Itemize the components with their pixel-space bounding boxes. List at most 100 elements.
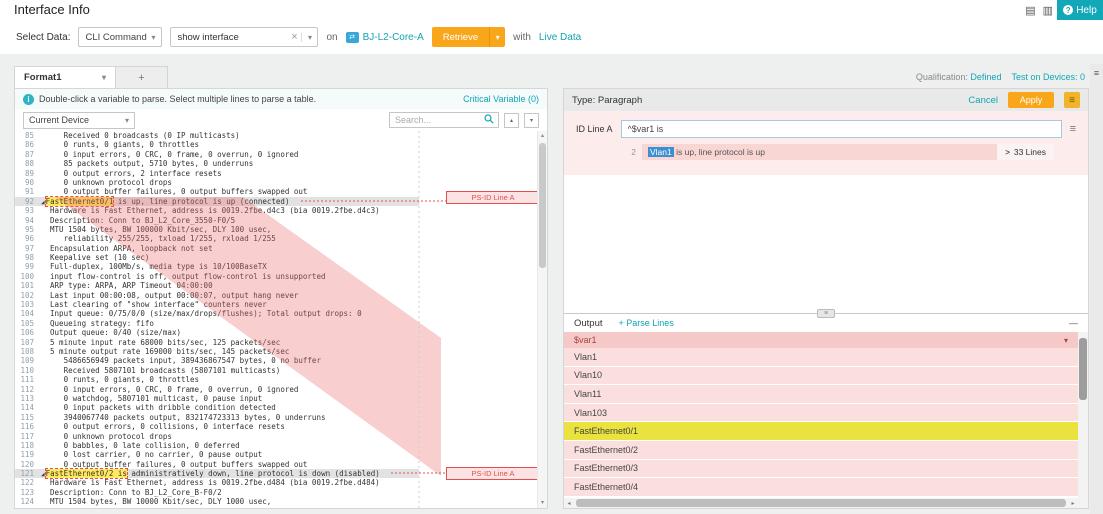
device-filter-select[interactable]: Current Device ▾ <box>23 112 135 129</box>
code-line[interactable]: 102 Last input 00:00:08, output 00:00:07… <box>15 291 547 300</box>
code-line[interactable]: 123 Description: Conn to BJ_L2_Core_B-F0… <box>15 488 547 497</box>
line-number: 116 <box>15 422 41 431</box>
scroll-right-icon[interactable]: ▸ <box>1068 500 1078 507</box>
code-line[interactable]: 124 MTU 1504 bytes, BW 10000 Kbit/sec, D… <box>15 497 547 506</box>
chevron-down-icon[interactable]: ▾ <box>1064 336 1068 345</box>
code-line[interactable]: 109 5486656949 packets input, 3894368675… <box>15 356 547 365</box>
id-line-input[interactable] <box>621 120 1062 138</box>
code-line[interactable]: 90 0 unknown protocol drops <box>15 178 547 187</box>
code-line[interactable]: 111 0 runts, 0 giants, 0 throttles <box>15 375 547 384</box>
code-line[interactable]: 104 Input queue: 0/75/0/0 (size/max/drop… <box>15 309 547 318</box>
output-vertical-scrollbar[interactable] <box>1078 332 1088 498</box>
code-scrollbar[interactable]: ▴ ▾ <box>537 131 547 508</box>
parse-lines-link[interactable]: + Parse Lines <box>619 318 674 328</box>
scroll-up-icon[interactable]: ▴ <box>538 131 547 141</box>
search-icon[interactable] <box>484 111 494 129</box>
code-line[interactable]: 105 Queueing strategy: fifo <box>15 319 547 328</box>
save-icon[interactable]: ▤ <box>1025 4 1035 17</box>
critical-variable-link[interactable]: Critical Variable (0) <box>463 94 539 104</box>
add-tab-button[interactable]: + <box>116 66 168 88</box>
code-line[interactable]: 97 Encapsulation ARPA, loopback not set <box>15 244 547 253</box>
code-line[interactable]: 115 3940067740 packets output, 832174723… <box>15 413 547 422</box>
matched-variable[interactable]: FastEthernet0/1 <box>46 197 114 206</box>
live-data-link[interactable]: Live Data <box>539 32 581 43</box>
line-text: 0 input errors, 0 CRC, 0 frame, 0 overru… <box>41 150 298 159</box>
help-button[interactable]: ? Help <box>1057 0 1103 20</box>
code-line[interactable]: 117 0 unknown protocol drops <box>15 432 547 441</box>
output-row[interactable]: FastEthernet0/3 <box>564 460 1078 479</box>
code-line[interactable]: 103 Last clearing of "show interface" co… <box>15 300 547 309</box>
match-lines-button[interactable]: > 33 Lines <box>997 144 1054 160</box>
command-input[interactable] <box>171 29 287 46</box>
output-horizontal-scrollbar[interactable]: ◂ ▸ <box>564 498 1078 508</box>
clear-icon[interactable]: × <box>287 31 301 43</box>
chevron-down-icon[interactable]: ▾ <box>102 73 106 82</box>
matched-variable[interactable]: FastEthernet0/2 is <box>46 469 127 478</box>
retrieve-button[interactable]: Retrieve ▾ <box>432 27 505 47</box>
line-number: 89 <box>15 169 41 178</box>
ps-id-line-a-tag[interactable]: PS-ID Line A <box>446 467 540 480</box>
select-data-label: Select Data: <box>16 32 70 43</box>
code-line[interactable]: 88 85 packets output, 5710 bytes, 0 unde… <box>15 159 547 168</box>
chevron-down-icon[interactable]: ▾ <box>301 33 317 42</box>
code-line[interactable]: 101 ARP type: ARPA, ARP Timeout 04:00:00 <box>15 281 547 290</box>
output-row[interactable]: Vlan103 <box>564 404 1078 423</box>
code-line[interactable]: 86 0 runts, 0 giants, 0 throttles <box>15 140 547 149</box>
code-line[interactable]: 95 MTU 1504 bytes, BW 100000 Kbit/sec, D… <box>15 225 547 234</box>
scrollbar-thumb[interactable] <box>1079 338 1087 400</box>
output-row[interactable]: FastEthernet0/2 <box>564 441 1078 460</box>
id-line-row: ID Line A ≡ <box>576 120 1076 138</box>
code-line[interactable]: 114 0 input packets with dribble conditi… <box>15 403 547 412</box>
code-line[interactable]: 118 0 babbles, 0 late collision, 0 defer… <box>15 441 547 450</box>
output-row[interactable]: Vlan10 <box>564 367 1078 386</box>
output-row[interactable]: FastEthernet0/1 <box>564 422 1078 441</box>
output-column-header[interactable]: $var1 ▾ <box>564 332 1078 348</box>
layout-icon[interactable]: ▥ <box>1043 4 1053 17</box>
code-line[interactable]: 85 Received 0 broadcasts (0 IP multicast… <box>15 131 547 140</box>
test-on-devices-link[interactable]: Test on Devices: 0 <box>1011 72 1085 82</box>
scrollbar-thumb[interactable] <box>539 143 546 268</box>
chevron-down-icon[interactable]: ▾ <box>489 27 505 47</box>
top-icon-group: ▤ ▥ <box>1025 0 1053 20</box>
panel-menu-icon[interactable]: ≡ <box>1064 92 1080 108</box>
code-line[interactable]: 87 0 input errors, 0 CRC, 0 frame, 0 ove… <box>15 150 547 159</box>
cancel-button[interactable]: Cancel <box>968 95 998 106</box>
code-line[interactable]: 119 0 lost carrier, 0 no carrier, 0 paus… <box>15 450 547 459</box>
code-line[interactable]: 110 Received 5807101 broadcasts (5807101… <box>15 366 547 375</box>
device-link[interactable]: BJ-L2-Core-A <box>363 32 424 43</box>
code-line[interactable]: 112 0 input errors, 0 CRC, 0 frame, 0 ov… <box>15 385 547 394</box>
code-line[interactable]: 94 Description: Conn to BJ_L2_Core_3550-… <box>15 216 547 225</box>
resize-grip[interactable]: ≡ <box>817 309 835 318</box>
code-line[interactable]: 106 Output queue: 0/40 (size/max) <box>15 328 547 337</box>
code-line[interactable]: 113 0 watchdog, 5807101 multicast, 0 pau… <box>15 394 547 403</box>
code-line[interactable]: 96 reliability 255/255, txload 1/255, rx… <box>15 234 547 243</box>
code-line[interactable]: 99 Full-duplex, 100Mb/s, media type is 1… <box>15 262 547 271</box>
code-line[interactable]: 107 5 minute input rate 68000 bits/sec, … <box>15 338 547 347</box>
id-line-menu-icon[interactable]: ≡ <box>1070 123 1076 135</box>
search-input[interactable] <box>395 115 484 125</box>
device-chip: ⇄ BJ-L2-Core-A <box>346 32 424 43</box>
match-preview[interactable]: Vlan1 is up, line protocol is up > 33 Li… <box>642 144 1054 160</box>
collapse-icon[interactable]: — <box>1069 318 1078 328</box>
output-row[interactable]: Vlan1 <box>564 348 1078 367</box>
scroll-left-icon[interactable]: ◂ <box>564 500 574 507</box>
code-line[interactable]: 108 5 minute output rate 169000 bits/sec… <box>15 347 547 356</box>
output-row[interactable]: Vlan11 <box>564 385 1078 404</box>
matched-variable[interactable]: Vlan1 <box>648 147 674 157</box>
scrollbar-thumb[interactable] <box>576 499 1066 507</box>
code-line[interactable]: 98 Keepalive set (10 sec) <box>15 253 547 262</box>
qualification-value[interactable]: Defined <box>970 72 1001 82</box>
code-line[interactable]: 89 0 output errors, 2 interface resets <box>15 169 547 178</box>
output-row[interactable]: FastEthernet0/4 <box>564 478 1078 497</box>
data-source-select[interactable]: CLI Command ▾ <box>78 27 162 47</box>
ps-id-line-a-tag[interactable]: PS-ID Line A <box>446 191 540 204</box>
search-next-button[interactable]: ▾ <box>524 113 539 128</box>
scroll-down-icon[interactable]: ▾ <box>538 498 547 508</box>
code-line[interactable]: 100 input flow-control is off, output fl… <box>15 272 547 281</box>
apply-button[interactable]: Apply <box>1008 92 1054 108</box>
code-line[interactable]: 116 0 output errors, 0 collisions, 0 int… <box>15 422 547 431</box>
search-prev-button[interactable]: ▴ <box>504 113 519 128</box>
tab-format1[interactable]: Format1 ▾ <box>14 66 116 88</box>
strip-menu-icon[interactable]: ≡ <box>1090 64 1103 82</box>
code-line[interactable]: 93 Hardware is Fast Ethernet, address is… <box>15 206 547 215</box>
